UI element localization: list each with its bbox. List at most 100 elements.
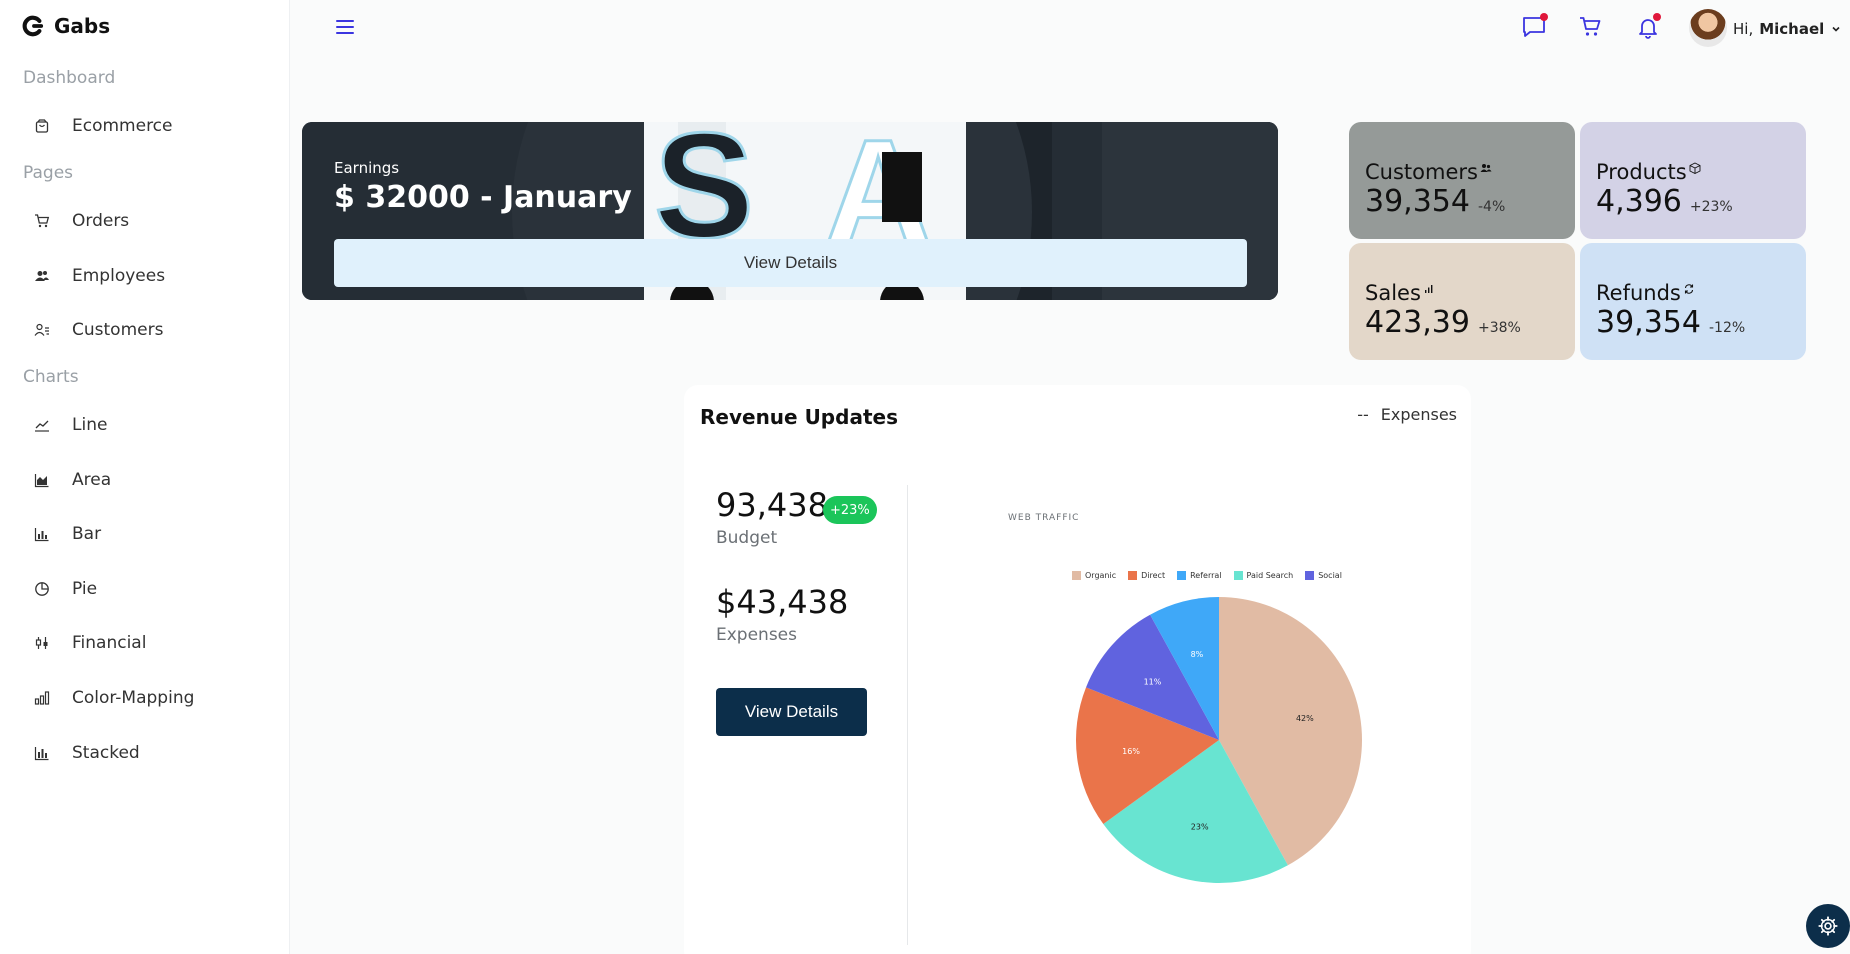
people-icon [35, 271, 49, 281]
sidebar-item-bar[interactable]: Bar [34, 518, 101, 550]
budget-label: Budget [716, 528, 778, 548]
sidebar-item-line[interactable]: Line [34, 409, 107, 441]
avatar[interactable] [1689, 9, 1727, 47]
sidebar-item-employees[interactable]: Employees [34, 260, 165, 292]
brand[interactable]: Gabs [22, 14, 110, 38]
tile-title: Products [1596, 160, 1701, 184]
hamburger-menu-icon[interactable] [334, 16, 356, 38]
sidebar-item-ecommerce[interactable]: Ecommerce [34, 110, 173, 142]
tile-value-row: 423,39 +38% [1365, 305, 1521, 340]
legend-item[interactable]: Organic [1072, 571, 1116, 580]
refresh-icon [1684, 284, 1693, 294]
stat-tile-customers[interactable]: Customers 39,354 -4% [1349, 122, 1575, 239]
notifications-button[interactable] [1634, 13, 1662, 41]
settings-button[interactable] [1806, 904, 1850, 948]
user-name: Michael [1759, 20, 1825, 38]
tile-title: Sales [1365, 281, 1435, 305]
sidebar-item-color-mapping[interactable]: Color-Mapping [34, 682, 194, 714]
chevron-down-icon [1832, 26, 1840, 32]
logo-icon [22, 15, 44, 37]
sidebar-item-financial[interactable]: Financial [34, 627, 146, 659]
tile-title-text: Products [1596, 160, 1687, 184]
legend-label: Social [1318, 571, 1342, 580]
sidebar-item-label: Color-Mapping [72, 688, 195, 708]
budget-value: 93,438 [716, 486, 828, 524]
revenue-view-details-button[interactable]: View Details [716, 688, 867, 736]
divider [907, 485, 908, 945]
revenue-legend: -- Expenses [1357, 405, 1457, 424]
area-chart-icon [34, 474, 49, 488]
sidebar-item-area[interactable]: Area [34, 464, 111, 496]
web-traffic-pie-chart: 42% 23% 16% 11% 8% [1076, 597, 1362, 883]
earnings-view-details-button[interactable]: View Details [334, 239, 1247, 287]
sidebar-item-customers[interactable]: Customers [34, 314, 163, 346]
legend-item[interactable]: Social [1305, 571, 1342, 580]
tile-value-row: 39,354 -4% [1365, 184, 1505, 219]
stat-tile-refunds[interactable]: Refunds 39,354 -12% [1580, 243, 1806, 360]
sidebar-item-label: Ecommerce [72, 116, 173, 136]
chat-button[interactable] [1520, 13, 1548, 41]
tile-value-row: 4,396 +23% [1596, 184, 1733, 219]
tile-title-text: Customers [1365, 160, 1478, 184]
line-chart-icon [35, 420, 49, 432]
legend-swatch [1128, 571, 1138, 580]
revenue-title: Revenue Updates [700, 405, 898, 429]
legend-marker: -- [1357, 405, 1369, 424]
pie-data-label: 23% [1191, 823, 1209, 832]
legend-swatch [1177, 571, 1187, 580]
tile-change: +38% [1477, 320, 1521, 336]
sidebar-item-label: Orders [72, 211, 130, 231]
legend-item[interactable]: Paid Search [1233, 571, 1293, 580]
sidebar-item-label: Stacked [72, 743, 140, 763]
sidebar-item-label: Line [72, 415, 108, 435]
expenses-value: $43,438 [716, 583, 849, 621]
legend-item[interactable]: Direct [1128, 571, 1165, 580]
chart-legend: Organic Direct Referral Paid Search Social [1072, 571, 1342, 580]
pie-data-label: 8% [1191, 650, 1204, 659]
sidebar-item-label: Pie [72, 579, 98, 599]
sidebar-item-label: Financial [72, 633, 147, 653]
signal-icon [1424, 285, 1433, 293]
tile-change: -12% [1708, 320, 1746, 336]
sidebar-item-pie[interactable]: Pie [34, 573, 97, 605]
user-menu[interactable]: Hi, Michael [1733, 20, 1842, 38]
tile-value: 39,354 [1596, 305, 1701, 340]
cart-button[interactable] [1577, 13, 1605, 41]
cart-icon [1580, 17, 1601, 36]
expenses-label: Expenses [716, 625, 797, 645]
group-icon [1480, 164, 1492, 172]
column-chart-icon [34, 691, 50, 705]
earnings-value: $ 32000 - January [334, 180, 632, 215]
revenue-updates-card: Revenue Updates -- Expenses 93,438 +23% … [684, 385, 1471, 954]
notification-dot [1653, 13, 1661, 21]
sidebar-item-orders[interactable]: Orders [34, 205, 129, 237]
tile-title-text: Refunds [1596, 281, 1681, 305]
sidebar-item-label: Customers [72, 320, 164, 340]
tile-value: 39,354 [1365, 184, 1470, 219]
legend-label: Organic [1085, 571, 1117, 580]
sidebar-item-stacked[interactable]: Stacked [34, 737, 140, 769]
legend-item[interactable]: Referral [1177, 571, 1222, 580]
stacked-chart-icon [34, 747, 49, 761]
user-list-icon [34, 323, 49, 336]
bag-icon [35, 119, 49, 133]
brand-name: Gabs [54, 14, 111, 38]
box-icon [1689, 162, 1701, 174]
tile-title-text: Sales [1365, 281, 1421, 305]
section-pages: Pages [23, 163, 74, 183]
legend-label: Expenses [1380, 405, 1457, 424]
pie-chart-icon [35, 582, 49, 596]
stat-tile-sales[interactable]: Sales 423,39 +38% [1349, 243, 1575, 360]
section-dashboard: Dashboard [23, 68, 116, 88]
chart-title: WEB TRAFFIC [1008, 513, 1080, 523]
legend-swatch [1305, 571, 1315, 580]
stat-tile-products[interactable]: Products 4,396 +23% [1580, 122, 1806, 239]
sidebar: Gabs Dashboard Ecommerce Pages Orders Em… [0, 0, 290, 954]
legend-swatch [1233, 571, 1243, 580]
pie-data-label: 16% [1122, 747, 1140, 756]
legend-label: Direct [1141, 571, 1166, 580]
budget-change-badge: +23% [823, 496, 877, 524]
sidebar-item-label: Bar [72, 524, 102, 544]
cart-icon [35, 214, 50, 228]
tile-change: +23% [1689, 199, 1733, 215]
